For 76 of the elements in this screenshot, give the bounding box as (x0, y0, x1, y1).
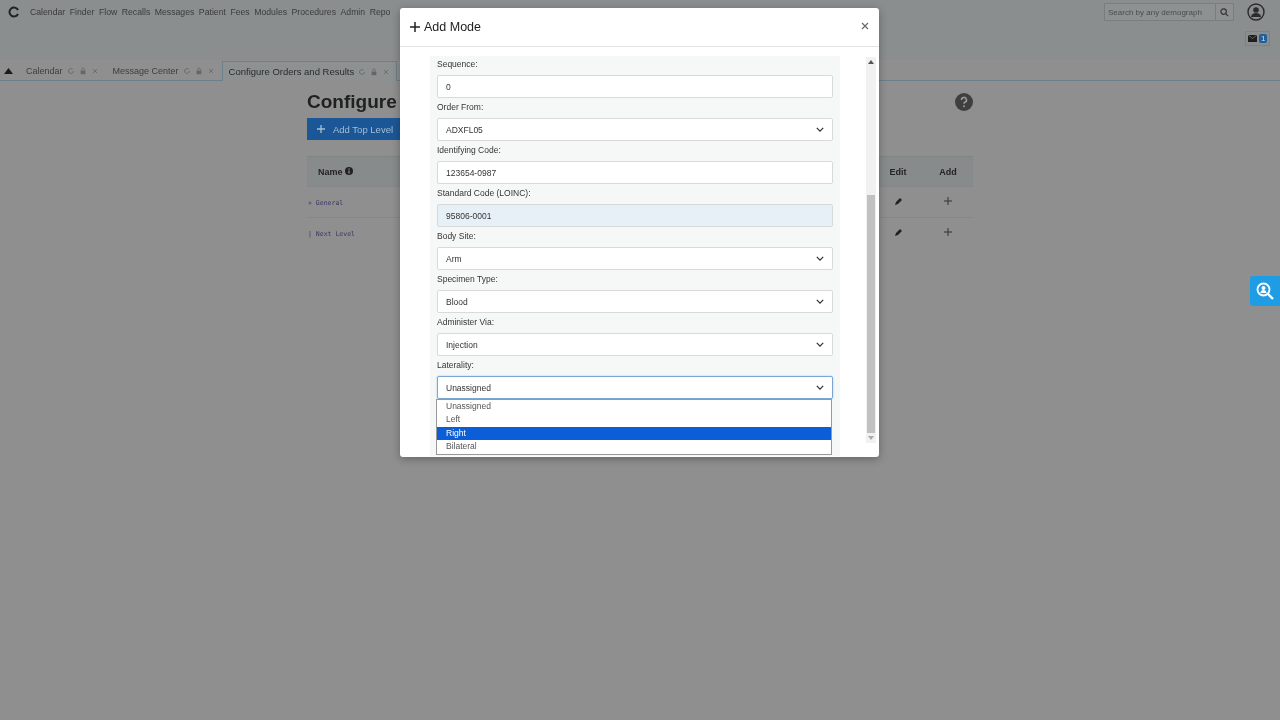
menu-item[interactable]: Fees (230, 7, 250, 17)
tab[interactable]: Message Center (105, 61, 222, 80)
select-field[interactable]: Injection (437, 333, 833, 356)
plus-icon[interactable] (944, 228, 952, 236)
chevron-icon (816, 299, 824, 304)
pencil-icon[interactable] (893, 227, 903, 237)
menu-item[interactable]: Recalls (121, 7, 151, 17)
field-label: Laterality: (437, 359, 474, 372)
search-button[interactable] (1250, 276, 1280, 306)
menu-item[interactable]: Messages (154, 7, 195, 17)
menu-item[interactable]: Flow (98, 7, 118, 17)
pencil-icon[interactable] (893, 196, 903, 206)
modal-title: Add Mode (424, 20, 481, 34)
help-icon[interactable] (955, 93, 973, 111)
refresh-icon[interactable] (66, 67, 75, 75)
dropdown-option[interactable]: Unassigned (437, 400, 831, 414)
menu-item[interactable]: Admin (340, 7, 366, 17)
text-field[interactable]: 123654-0987 (437, 161, 833, 184)
field-label: Body Site: (437, 230, 476, 243)
lock-icon[interactable] (194, 67, 203, 75)
tab-label[interactable]: Calendar (26, 66, 63, 76)
chevron-icon (816, 127, 824, 132)
envelope-icon (1248, 35, 1257, 42)
menu-item[interactable]: Modules (254, 7, 288, 17)
plus-icon (317, 125, 325, 133)
plus-icon (410, 22, 420, 32)
close-icon[interactable] (206, 67, 215, 75)
field-label: Standard Code (LOINC): (437, 187, 531, 200)
chevron-icon (816, 342, 824, 347)
close-icon[interactable] (382, 67, 391, 76)
collapse-icon[interactable] (4, 68, 13, 74)
select-field[interactable]: Blood (437, 290, 833, 313)
dropdown-option[interactable]: Right (437, 426, 831, 441)
chevron-icon (816, 385, 824, 390)
tab-label[interactable]: Message Center (112, 66, 179, 76)
menu-item[interactable]: Calendar (30, 7, 66, 17)
field-label: Specimen Type: (437, 273, 498, 286)
column-header: Add (939, 166, 957, 177)
tab[interactable]: Calendar (19, 61, 106, 80)
page-title: Configure (307, 91, 397, 114)
search-person-icon (1256, 282, 1274, 300)
field-label: Sequence: (437, 58, 478, 71)
close-icon[interactable] (90, 67, 99, 75)
user-icon[interactable] (1247, 3, 1265, 21)
menu-item[interactable]: Patient (198, 7, 226, 17)
mail-button[interactable]: 1 (1245, 31, 1271, 46)
select-field[interactable]: Unassigned (437, 376, 833, 399)
menu-item[interactable]: Finder (69, 7, 95, 17)
field-label: Administer Via: (437, 316, 494, 329)
count-badge: 1 (1259, 34, 1268, 43)
logo-icon[interactable] (8, 6, 20, 18)
column-header: Edit (889, 166, 907, 177)
close-icon (861, 22, 869, 30)
column-header: Name (318, 166, 343, 177)
menu-item[interactable]: Repo (369, 7, 391, 17)
search-icon[interactable] (1220, 7, 1229, 17)
refresh-icon[interactable] (182, 67, 191, 75)
refresh-icon[interactable] (358, 67, 367, 76)
dropdown-option[interactable]: Bilateral (437, 440, 831, 454)
tab-label[interactable]: Configure Orders and Results (228, 66, 355, 77)
select-field[interactable]: Arm (437, 247, 833, 270)
plus-icon[interactable] (944, 197, 952, 205)
scrollbar[interactable] (866, 57, 876, 443)
tab[interactable]: Configure Orders and Results (221, 61, 398, 81)
text-field[interactable]: 95806-0001 (437, 204, 833, 227)
lock-icon[interactable] (78, 67, 87, 75)
select-field[interactable]: ADXFL05 (437, 118, 833, 141)
menu-item[interactable]: Procedures (291, 7, 336, 17)
chevron-icon (816, 256, 824, 261)
scroll-down-icon[interactable] (868, 436, 874, 440)
lock-icon[interactable] (370, 67, 379, 76)
info-icon (345, 166, 354, 175)
dropdown-option[interactable]: Left (437, 413, 831, 427)
text-field[interactable]: 0 (437, 75, 833, 98)
field-label: Identifying Code: (437, 144, 501, 157)
field-label: Order From: (437, 101, 484, 114)
